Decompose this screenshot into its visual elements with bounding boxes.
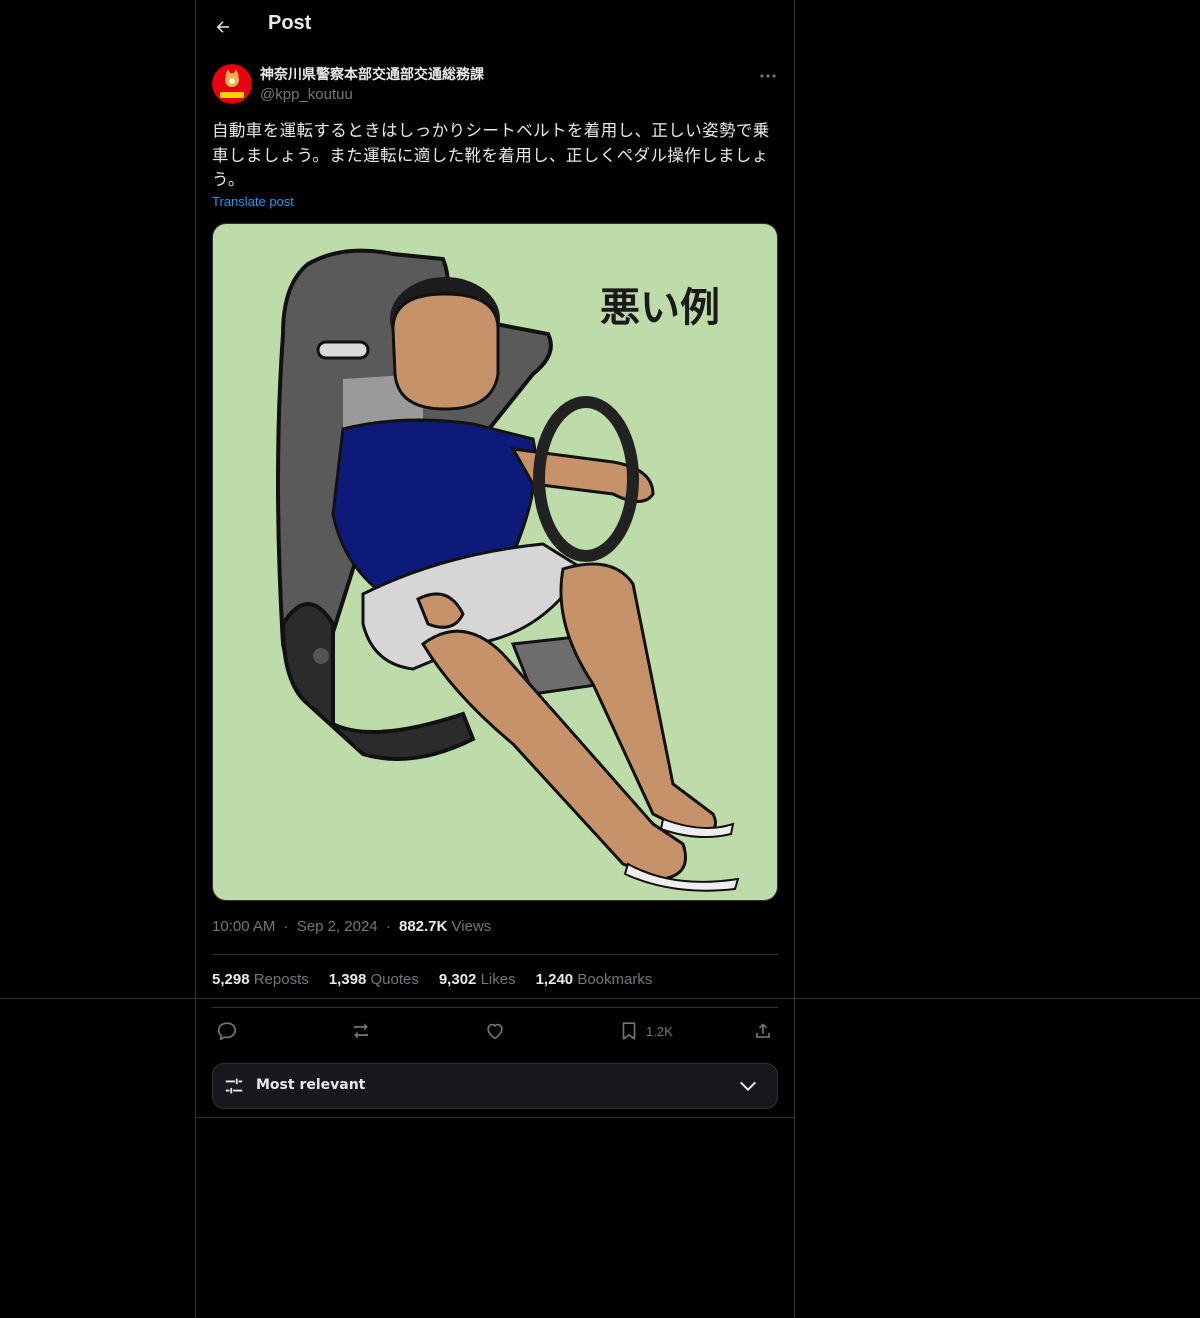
- reposts-stat[interactable]: 5,298 Reposts: [212, 971, 309, 988]
- engagement-stats: 5,298 Reposts 1,398 Quotes 9,302 Likes 1…: [212, 971, 652, 988]
- like-button[interactable]: [484, 1019, 506, 1043]
- reply-button[interactable]: [216, 1019, 238, 1043]
- translate-post-link[interactable]: Translate post: [212, 194, 294, 209]
- repost-button[interactable]: [350, 1019, 372, 1043]
- quotes-stat[interactable]: 1,398 Quotes: [329, 971, 419, 988]
- bad-example-illustration: 悪い例: [213, 224, 777, 900]
- post-date[interactable]: Sep 2, 2024: [297, 918, 378, 935]
- bookmark-count: 1.2K: [646, 1023, 673, 1039]
- share-button[interactable]: [752, 1019, 774, 1043]
- page-title: Post: [268, 12, 312, 34]
- bookmark-icon: [622, 1022, 636, 1040]
- author-handle[interactable]: @kpp_koutuu: [260, 86, 353, 103]
- views-count: 882.7K: [398, 918, 448, 935]
- replies-divider: [196, 1117, 794, 1118]
- share-icon: [756, 1023, 770, 1038]
- repost-icon: [354, 1023, 368, 1039]
- likes-label: Likes: [480, 971, 516, 988]
- meta-separator: ·: [385, 918, 391, 935]
- media-caption: 悪い例: [600, 285, 720, 331]
- back-button[interactable]: [210, 14, 236, 40]
- reply-icon: [217, 1022, 237, 1041]
- more-icon: [760, 74, 776, 78]
- bookmarks-stat[interactable]: 1,240 Bookmarks: [536, 971, 653, 988]
- sliders-icon: [225, 1078, 243, 1094]
- reposts-count: 5,298: [212, 971, 250, 988]
- meta-separator: ·: [283, 918, 289, 935]
- quotes-label: Quotes: [370, 971, 419, 988]
- reposts-label: Reposts: [253, 971, 309, 988]
- meta-divider: [212, 954, 778, 955]
- views-label: Views: [451, 918, 492, 935]
- author-name[interactable]: 神奈川県警察本部交通部交通総務課: [260, 64, 484, 84]
- post-image[interactable]: 悪い例: [212, 223, 778, 901]
- post-meta: 10:00 AM · Sep 2, 2024 · 882.7K Views: [212, 918, 491, 935]
- post-text: 自動車を運転するときはしっかりシートベルトを着用し、正しい姿勢で乗車しましょう。…: [212, 121, 770, 189]
- avatar[interactable]: [212, 64, 252, 104]
- back-arrow-icon: [216, 21, 229, 33]
- heart-icon: [487, 1023, 503, 1040]
- page-header: Post: [196, 0, 794, 55]
- sort-replies-dropdown[interactable]: Most relevant: [212, 1063, 778, 1109]
- main-column: Post 神奈川県警察本部交通部交通総務課 @kpp_koutuu 自動車を運転…: [195, 0, 795, 1318]
- more-options-button[interactable]: [758, 66, 778, 86]
- post-time[interactable]: 10:00 AM: [212, 918, 275, 935]
- sort-label: Most relevant: [256, 1077, 366, 1093]
- police-mascot-logo: [212, 64, 252, 104]
- likes-count: 9,302: [438, 971, 477, 988]
- bookmark-button[interactable]: 1.2K: [618, 1019, 673, 1043]
- likes-stat[interactable]: 9,302 Likes: [439, 971, 516, 988]
- stats-divider: [212, 1007, 778, 1008]
- chevron-down-icon: [739, 1081, 757, 1092]
- quotes-count: 1,398: [328, 971, 367, 988]
- bookmarks-count: 1,240: [535, 971, 574, 988]
- bookmarks-label: Bookmarks: [577, 971, 653, 988]
